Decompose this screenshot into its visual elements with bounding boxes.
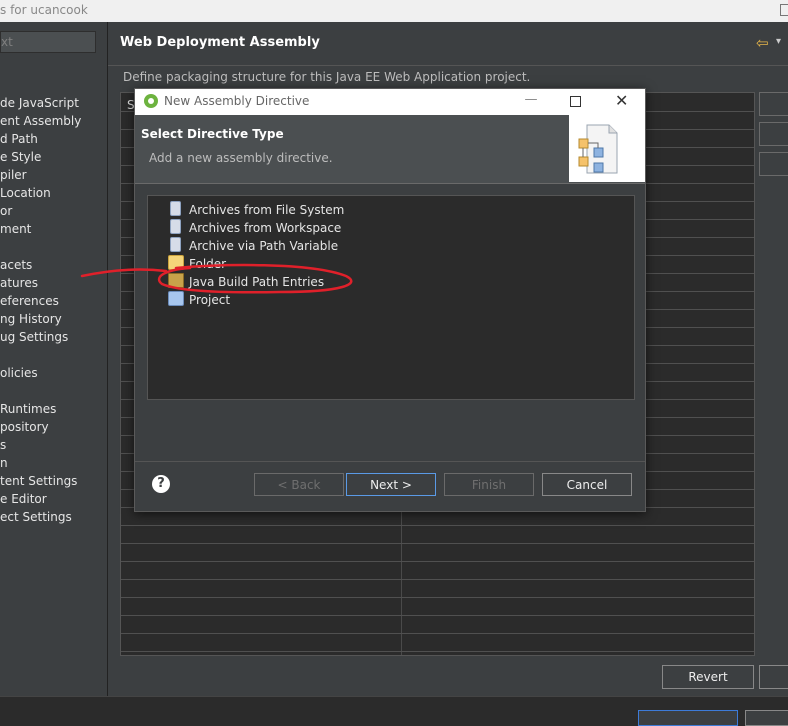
- nav-item[interactable]: tent Settings: [0, 472, 107, 490]
- help-icon[interactable]: ?: [152, 475, 170, 493]
- edit-button[interactable]: [759, 122, 788, 146]
- chevron-down-icon[interactable]: ▾: [776, 36, 781, 47]
- revert-button[interactable]: Revert: [662, 665, 754, 689]
- table-row-line: [121, 543, 754, 544]
- nav-tree: de JavaScript ent Assembly d Path e Styl…: [0, 94, 107, 526]
- table-row-line: [121, 615, 754, 616]
- table-row-line: [121, 525, 754, 526]
- window-title: s for ucancook: [0, 3, 88, 17]
- list-item[interactable]: Archives from Workspace: [168, 219, 341, 237]
- maximize-icon[interactable]: [780, 4, 788, 16]
- archive-icon: [170, 219, 181, 234]
- nav-item[interactable]: ug Settings: [0, 328, 107, 346]
- apply-button[interactable]: [759, 665, 788, 689]
- back-arrow-icon[interactable]: ⇦: [756, 34, 769, 52]
- next-button[interactable]: Next >: [346, 473, 436, 496]
- close-icon[interactable]: ✕: [615, 91, 628, 110]
- apply-and-close-button[interactable]: [638, 710, 738, 726]
- table-row-line: [121, 561, 754, 562]
- new-assembly-directive-dialog: New Assembly Directive — ✕ Select Direct…: [134, 88, 646, 512]
- nav-item[interactable]: ect Settings: [0, 508, 107, 526]
- nav-item[interactable]: Runtimes: [0, 400, 107, 418]
- nav-item[interactable]: de JavaScript: [0, 94, 107, 112]
- nav-item[interactable]: [0, 238, 107, 256]
- nav-item[interactable]: ment: [0, 220, 107, 238]
- nav-item[interactable]: piler: [0, 166, 107, 184]
- list-item-label: Archives from File System: [189, 203, 345, 217]
- back-button[interactable]: < Back: [254, 473, 344, 496]
- add-button[interactable]: [759, 92, 788, 116]
- spring-icon: [144, 94, 158, 108]
- nav-item[interactable]: e Style: [0, 148, 107, 166]
- archive-icon: [170, 201, 181, 216]
- remove-button[interactable]: [759, 152, 788, 176]
- cancel-preferences-button[interactable]: [745, 710, 788, 726]
- nav-item[interactable]: d Path: [0, 130, 107, 148]
- table-row-line: [121, 651, 754, 652]
- maximize-icon[interactable]: [570, 96, 581, 107]
- wizard-title: Select Directive Type: [141, 127, 284, 141]
- minimize-icon[interactable]: —: [523, 92, 539, 107]
- dialog-titlebar: New Assembly Directive — ✕: [135, 89, 645, 115]
- list-item[interactable]: Archive via Path Variable: [168, 237, 338, 255]
- window-titlebar: s for ucancook: [0, 0, 788, 22]
- preferences-nav: xt de JavaScript ent Assembly d Path e S…: [0, 22, 108, 696]
- nav-item[interactable]: olicies: [0, 364, 107, 382]
- list-item-label: Archives from Workspace: [189, 221, 342, 235]
- finish-button[interactable]: Finish: [444, 473, 534, 496]
- nav-item[interactable]: pository: [0, 418, 107, 436]
- archive-icon: [170, 237, 181, 252]
- page-header: Web Deployment Assembly ⇦ ▾: [108, 22, 788, 66]
- nav-item[interactable]: ent Assembly: [0, 112, 107, 130]
- nav-item[interactable]: Location: [0, 184, 107, 202]
- list-item[interactable]: Archives from File System: [168, 201, 344, 219]
- page-title: Web Deployment Assembly: [120, 35, 320, 50]
- list-item-label: Archive via Path Variable: [189, 239, 339, 253]
- nav-item[interactable]: [0, 346, 107, 364]
- wizard-banner-icon: [569, 115, 645, 182]
- page-description: Define packaging structure for this Java…: [123, 70, 531, 84]
- nav-item[interactable]: [0, 382, 107, 400]
- table-row-line: [121, 579, 754, 580]
- nav-item[interactable]: s: [0, 436, 107, 454]
- nav-item[interactable]: ng History: [0, 310, 107, 328]
- nav-item[interactable]: e Editor: [0, 490, 107, 508]
- red-annotation-mark: [80, 263, 353, 294]
- wizard-banner: Select Directive Type Add a new assembly…: [135, 115, 645, 184]
- wizard-subtitle: Add a new assembly directive.: [149, 151, 333, 165]
- table-row-line: [121, 597, 754, 598]
- filter-placeholder: xt: [1, 35, 13, 49]
- nav-item[interactable]: or: [0, 202, 107, 220]
- nav-item[interactable]: n: [0, 454, 107, 472]
- table-row-line: [121, 633, 754, 634]
- dialog-title: New Assembly Directive: [164, 94, 310, 108]
- cancel-button[interactable]: Cancel: [542, 473, 632, 496]
- filter-input[interactable]: xt: [0, 31, 96, 53]
- button-bar-separator: [135, 461, 645, 462]
- bottom-bar: [0, 696, 788, 726]
